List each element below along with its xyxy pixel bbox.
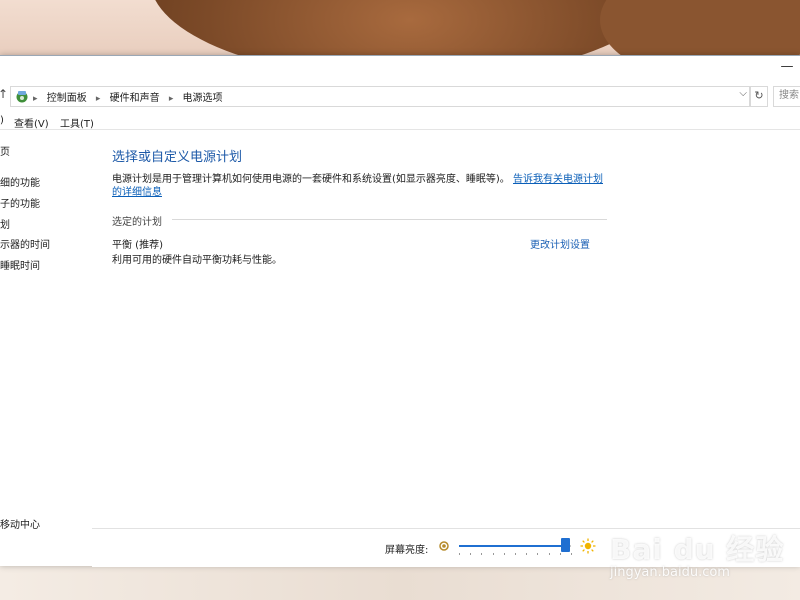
watermark-url: jingyan.baidu.com xyxy=(610,565,730,580)
sidebar-item-home[interactable]: 页 xyxy=(0,143,10,158)
sidebar-item-power-button[interactable]: 细的功能 xyxy=(0,174,40,189)
slider-tick xyxy=(548,553,550,555)
minimize-button[interactable]: — xyxy=(780,60,794,75)
change-plan-settings-link[interactable]: 更改计划设置 xyxy=(530,236,590,251)
brightness-slider[interactable] xyxy=(459,545,571,547)
chevron-down-icon[interactable]: ⌵ xyxy=(739,88,747,99)
menu-view[interactable]: 查看(V) xyxy=(14,115,49,130)
baidu-watermark: Bai du 经验 jingyan.baidu.com xyxy=(610,508,795,598)
sidebar-item-display-time[interactable]: 示器的时间 xyxy=(0,236,50,251)
breadcrumb-power-options[interactable]: 电源选项 xyxy=(183,93,223,104)
sidebar-item-create-plan[interactable]: 划 xyxy=(0,216,10,231)
watermark-brand: Bai du 经验 xyxy=(610,533,785,566)
page-description: 电源计划是用于管理计算机如何使用电源的一套硬件和系统设置(如显示器亮度、睡眠等)… xyxy=(112,173,607,199)
dim-sun-icon xyxy=(439,541,449,551)
section-divider xyxy=(172,219,607,220)
slider-tick xyxy=(459,553,460,555)
bright-sun-icon xyxy=(580,538,596,554)
sidebar-item-lid[interactable]: 子的功能 xyxy=(0,195,40,210)
breadcrumb-separator: ▸ xyxy=(168,94,174,104)
breadcrumb-control-panel[interactable]: 控制面板 xyxy=(47,93,87,104)
slider-tick xyxy=(481,553,483,555)
search-input[interactable]: 搜索 xyxy=(773,86,800,107)
menu-tools[interactable]: 工具(T) xyxy=(60,115,94,130)
control-panel-icon xyxy=(16,91,28,103)
title-bar: — xyxy=(0,56,800,82)
menu-divider xyxy=(0,129,800,130)
brightness-label: 屏幕亮度: xyxy=(385,545,429,556)
slider-tick xyxy=(537,553,539,555)
plan-description: 利用可用的硬件自动平衡功耗与性能。 xyxy=(112,255,282,266)
sidebar-item-mobility-center[interactable]: 移动中心 xyxy=(0,516,40,531)
breadcrumb: ▸ 控制面板 ▸ 硬件和声音 ▸ 电源选项 xyxy=(33,89,223,104)
address-row: ↑ ▸ 控制面板 ▸ 硬件和声音 ▸ 电源选项 ⌵ ↻ 搜索 xyxy=(0,86,800,107)
slider-tick xyxy=(515,553,516,555)
description-text: 电源计划是用于管理计算机如何使用电源的一套硬件和系统设置(如显示器亮度、睡眠等)… xyxy=(112,174,510,185)
slider-tick xyxy=(492,553,494,555)
menu-edit[interactable]: ) xyxy=(0,115,4,126)
slider-tick xyxy=(571,553,572,555)
slider-tick xyxy=(470,553,472,555)
slider-tick xyxy=(559,553,561,555)
sidebar: 页 细的功能 子的功能 划 示器的时间 睡眠时间 移动中心 xyxy=(0,130,92,566)
up-arrow-icon[interactable]: ↑ xyxy=(0,87,8,101)
breadcrumb-hardware-sound[interactable]: 硬件和声音 xyxy=(110,93,160,104)
brightness-slider-fill xyxy=(459,545,566,547)
breadcrumb-separator: ▸ xyxy=(33,94,38,104)
refresh-icon[interactable]: ↻ xyxy=(750,86,768,107)
page-title: 选择或自定义电源计划 xyxy=(112,150,243,165)
slider-tick xyxy=(526,553,528,555)
slider-tick xyxy=(503,553,505,555)
control-panel-window: — ↑ ▸ 控制面板 ▸ 硬件和声音 ▸ 电源选项 ⌵ ↻ 搜索 ) 查看(V)… xyxy=(0,55,800,567)
section-label: 选定的计划 xyxy=(112,213,168,228)
brightness-slider-thumb[interactable] xyxy=(561,538,571,552)
breadcrumb-separator: ▸ xyxy=(95,94,101,104)
address-bar[interactable]: ▸ 控制面板 ▸ 硬件和声音 ▸ 电源选项 ⌵ xyxy=(10,86,750,107)
plan-name: 平衡 (推荐) xyxy=(112,240,163,251)
sidebar-item-sleep-time[interactable]: 睡眠时间 xyxy=(0,257,40,272)
